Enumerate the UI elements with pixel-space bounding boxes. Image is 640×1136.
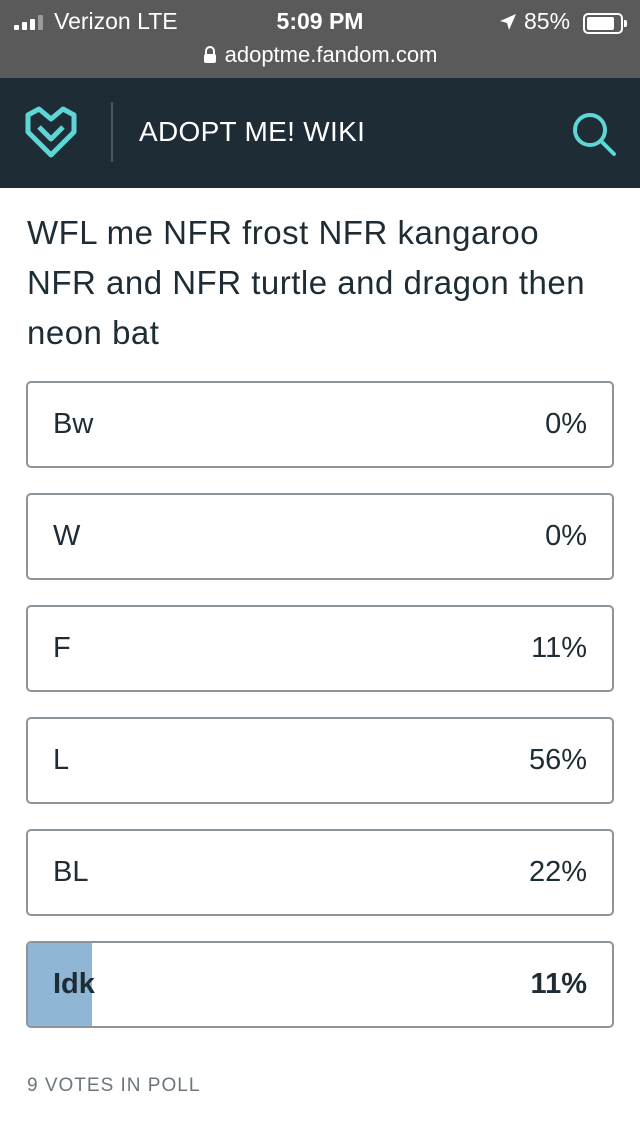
poll-option[interactable]: Bw 0% (26, 381, 614, 468)
poll-content: WFL me NFR frost NFR kangaroo NFR and NF… (0, 188, 640, 1136)
url-text: adoptme.fandom.com (224, 42, 438, 67)
poll-option[interactable]: W 0% (26, 493, 614, 580)
status-bar: Verizon LTE 5:09 PM 85% adoptme.fandom.c… (0, 0, 640, 78)
location-arrow-icon (500, 14, 516, 30)
poll-option-label: L (53, 744, 70, 776)
header-divider (111, 102, 113, 162)
poll-options: Bw 0% W 0% F 11% L 56% BL 22% Idk 11% (26, 381, 614, 1053)
poll-option-label: Bw (53, 408, 94, 440)
poll-option-percent: 56% (528, 744, 587, 776)
fandom-heart-logo-icon[interactable] (22, 103, 80, 161)
poll-option-percent: 0% (545, 520, 587, 552)
status-row: Verizon LTE 5:09 PM 85% (0, 4, 640, 38)
poll-option-label: BL (53, 856, 89, 888)
vote-count: 9 VOTES IN POLL (27, 1075, 201, 1096)
wiki-title[interactable]: ADOPT ME! WIKI (139, 116, 365, 148)
battery-icon (583, 13, 627, 34)
poll-option-percent: 22% (528, 856, 587, 888)
poll-option[interactable]: L 56% (26, 717, 614, 804)
poll-option-percent: 0% (545, 408, 587, 440)
poll-option-percent: 11% (531, 632, 587, 664)
poll-option[interactable]: F 11% (26, 605, 614, 692)
wiki-header: ADOPT ME! WIKI (0, 78, 640, 188)
search-icon[interactable] (568, 108, 620, 160)
poll-option[interactable]: BL 22% (26, 829, 614, 916)
poll-option[interactable]: Idk 11% (26, 941, 614, 1028)
battery-percent: 85% (524, 8, 571, 34)
lock-icon (203, 46, 216, 63)
poll-option-label: Idk (53, 968, 95, 1000)
poll-question: WFL me NFR frost NFR kangaroo NFR and NF… (27, 214, 586, 351)
poll-option-percent: 11% (530, 968, 587, 1000)
battery-level (587, 17, 615, 30)
poll-option-label: F (53, 632, 71, 664)
address-bar[interactable]: adoptme.fandom.com (0, 38, 640, 72)
poll-option-label: W (53, 520, 81, 552)
